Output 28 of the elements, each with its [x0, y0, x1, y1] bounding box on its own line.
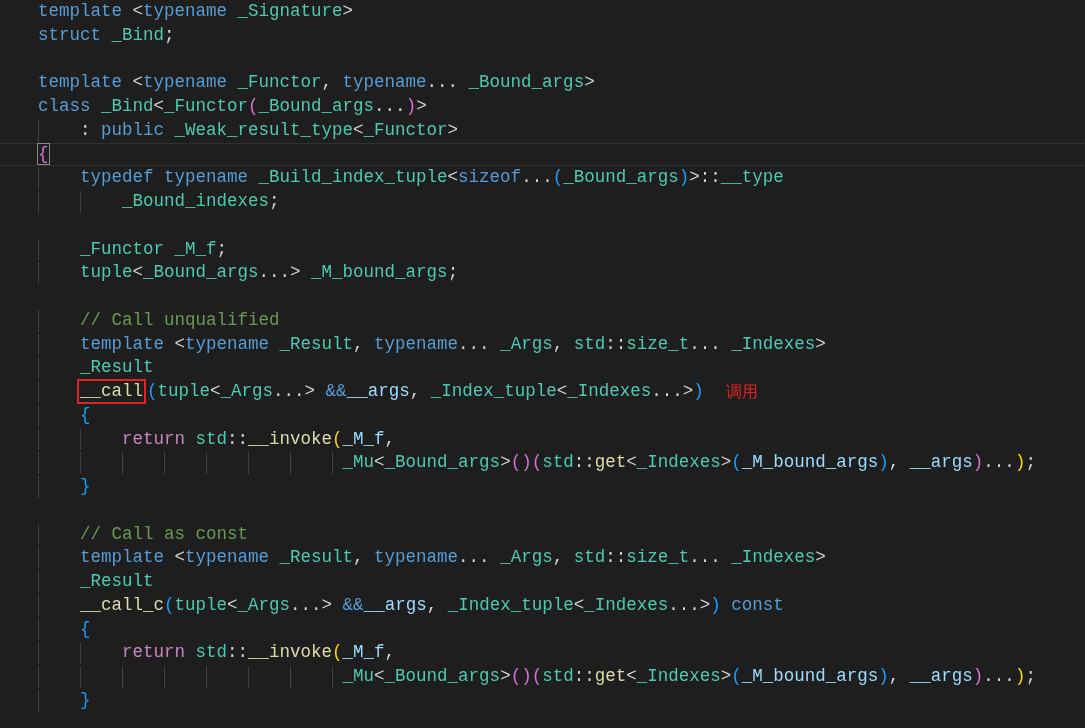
code-text: _Result: [80, 570, 154, 593]
code-text: class _Bind<_Functor(_Bound_args...)>: [38, 95, 427, 118]
annotation-note: 调用: [725, 381, 758, 403]
code-text: _Mu<_Bound_args>()(std::get<_Indexes>(_M_bound_args), __args)...);: [342, 451, 1036, 475]
code-text: }: [80, 688, 91, 712]
code-text: {: [80, 403, 91, 427]
code-text: {: [38, 142, 49, 166]
code-text: template <typename _Functor, typename... _Bound_args>: [38, 71, 595, 95]
highlighted-code: __call: [77, 379, 147, 405]
code-text: tuple<_Bound_args...> _M_bound_args;: [80, 261, 459, 285]
code-text: struct _Bind;: [38, 23, 175, 47]
code-text: _Mu<_Bound_args>()(std::get<_Indexes>(_M_bound_args), __args)...);: [342, 665, 1036, 688]
code-text: : public _Weak_result_type<_Functor>: [80, 118, 459, 142]
code-text: return std::__invoke(_M_f,: [122, 427, 396, 451]
code-text: template <typename _Result, typename... _Args, std::size_t... _Indexes>: [80, 332, 826, 356]
code-text: {: [80, 617, 91, 641]
code-text: return std::__invoke(_M_f,: [122, 641, 396, 665]
code-text: _Result: [80, 356, 154, 380]
code-text: typedef typename _Build_index_tuple<sizeof...(_Bound_args)>::__type: [80, 166, 784, 190]
code-text: (tuple<_Args...> &&__args, _Index_tuple<_Indexes...>): [147, 380, 704, 403]
code-text: // Call unqualified: [80, 308, 280, 332]
code-text: template <typename _Signature>: [38, 0, 354, 23]
code-text: _Functor _M_f;: [80, 237, 228, 261]
code-text: __call_c(tuple<_Args...> &&__args, _Index_tuple<_Indexes...>) const: [80, 593, 784, 617]
code-text: _Bound_indexes;: [122, 190, 280, 213]
code-text: // Call as const: [80, 522, 249, 546]
code-text: template <typename _Result, typename... _Args, std::size_t... _Indexes>: [80, 546, 826, 570]
code-text: }: [80, 475, 91, 498]
